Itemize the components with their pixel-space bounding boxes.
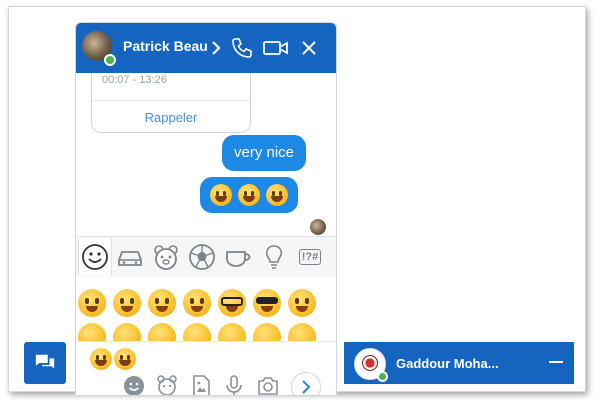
- wink-tongue-emoji-icon: [114, 348, 136, 370]
- online-status-dot: [104, 54, 116, 66]
- squint-tongue-emoji-icon[interactable]: [113, 289, 141, 317]
- message-bubble: very nice: [222, 135, 307, 171]
- category-car-icon[interactable]: [114, 241, 146, 273]
- call-time: 00:07 - 13:26: [102, 74, 167, 86]
- image-icon[interactable]: [189, 374, 213, 395]
- contact-name[interactable]: Patrick Beau: [123, 38, 208, 54]
- minimized-chat-tab[interactable]: Gaddour Moha...: [344, 342, 574, 384]
- chat-bubbles-icon: [35, 354, 55, 369]
- emoji-picker-icon[interactable]: [122, 374, 146, 395]
- minimize-icon[interactable]: [549, 361, 563, 363]
- close-icon[interactable]: [297, 36, 321, 60]
- emoji-category-bar: !?#: [76, 236, 336, 278]
- hugging-emoji-icon[interactable]: [288, 289, 316, 317]
- tongue-emoji-icon[interactable]: [148, 289, 176, 317]
- emoji-icon[interactable]: [218, 323, 246, 341]
- wink-tongue-emoji-icon[interactable]: [78, 289, 106, 317]
- online-status-dot: [377, 371, 388, 382]
- emoji-icon[interactable]: [113, 323, 141, 341]
- money-mouth-emoji-icon[interactable]: [183, 289, 211, 317]
- compose-area[interactable]: [76, 341, 336, 395]
- phone-icon[interactable]: [230, 36, 254, 60]
- message-list[interactable]: 00:07 - 13:26 Rappeler very nice: [76, 73, 336, 236]
- category-cup-icon[interactable]: [222, 241, 254, 273]
- send-button[interactable]: [291, 372, 321, 395]
- emoji-message-bubble: [200, 177, 298, 213]
- camera-icon[interactable]: [256, 374, 280, 395]
- chevron-right-icon[interactable]: [204, 36, 228, 60]
- call-back-link[interactable]: Rappeler: [92, 110, 250, 125]
- category-symbols-icon[interactable]: !?#: [294, 241, 326, 273]
- joy-emoji-icon: [210, 184, 232, 206]
- smile-emoji-icon: [266, 184, 288, 206]
- video-call-icon[interactable]: [262, 36, 290, 60]
- sunglasses-emoji-icon[interactable]: [253, 289, 281, 317]
- emoji-picker-grid: [76, 277, 336, 341]
- emoji-icon[interactable]: [148, 323, 176, 341]
- smiley-emoji-icon: [238, 184, 260, 206]
- emoji-icon[interactable]: [183, 323, 211, 341]
- emoji-icon[interactable]: [253, 323, 281, 341]
- category-animal-icon[interactable]: [150, 241, 182, 273]
- emoji-icon[interactable]: [288, 323, 316, 341]
- chat-header: Patrick Beau: [76, 23, 336, 73]
- call-summary-card: 00:07 - 13:26 Rappeler: [91, 73, 251, 133]
- emoji-icon[interactable]: [78, 323, 106, 341]
- read-receipt-avatar: [310, 219, 326, 235]
- minimized-contact-name[interactable]: Gaddour Moha...: [396, 356, 499, 371]
- chevron-right-icon: [302, 380, 311, 394]
- sticker-icon[interactable]: [155, 374, 179, 395]
- microphone-icon[interactable]: [222, 374, 246, 395]
- symbols-label: !?#: [298, 249, 322, 265]
- chat-window: Patrick Beau 00:07 - 13:26 Rappeler very…: [75, 22, 337, 396]
- chat-launcher-button[interactable]: [24, 342, 66, 384]
- category-soccer-ball-icon[interactable]: [186, 241, 218, 273]
- hugging-emoji-icon: [90, 348, 112, 370]
- divider: [92, 100, 250, 101]
- category-smiley-icon[interactable]: [78, 238, 112, 276]
- nerd-emoji-icon[interactable]: [218, 289, 246, 317]
- category-lightbulb-icon[interactable]: [258, 241, 290, 273]
